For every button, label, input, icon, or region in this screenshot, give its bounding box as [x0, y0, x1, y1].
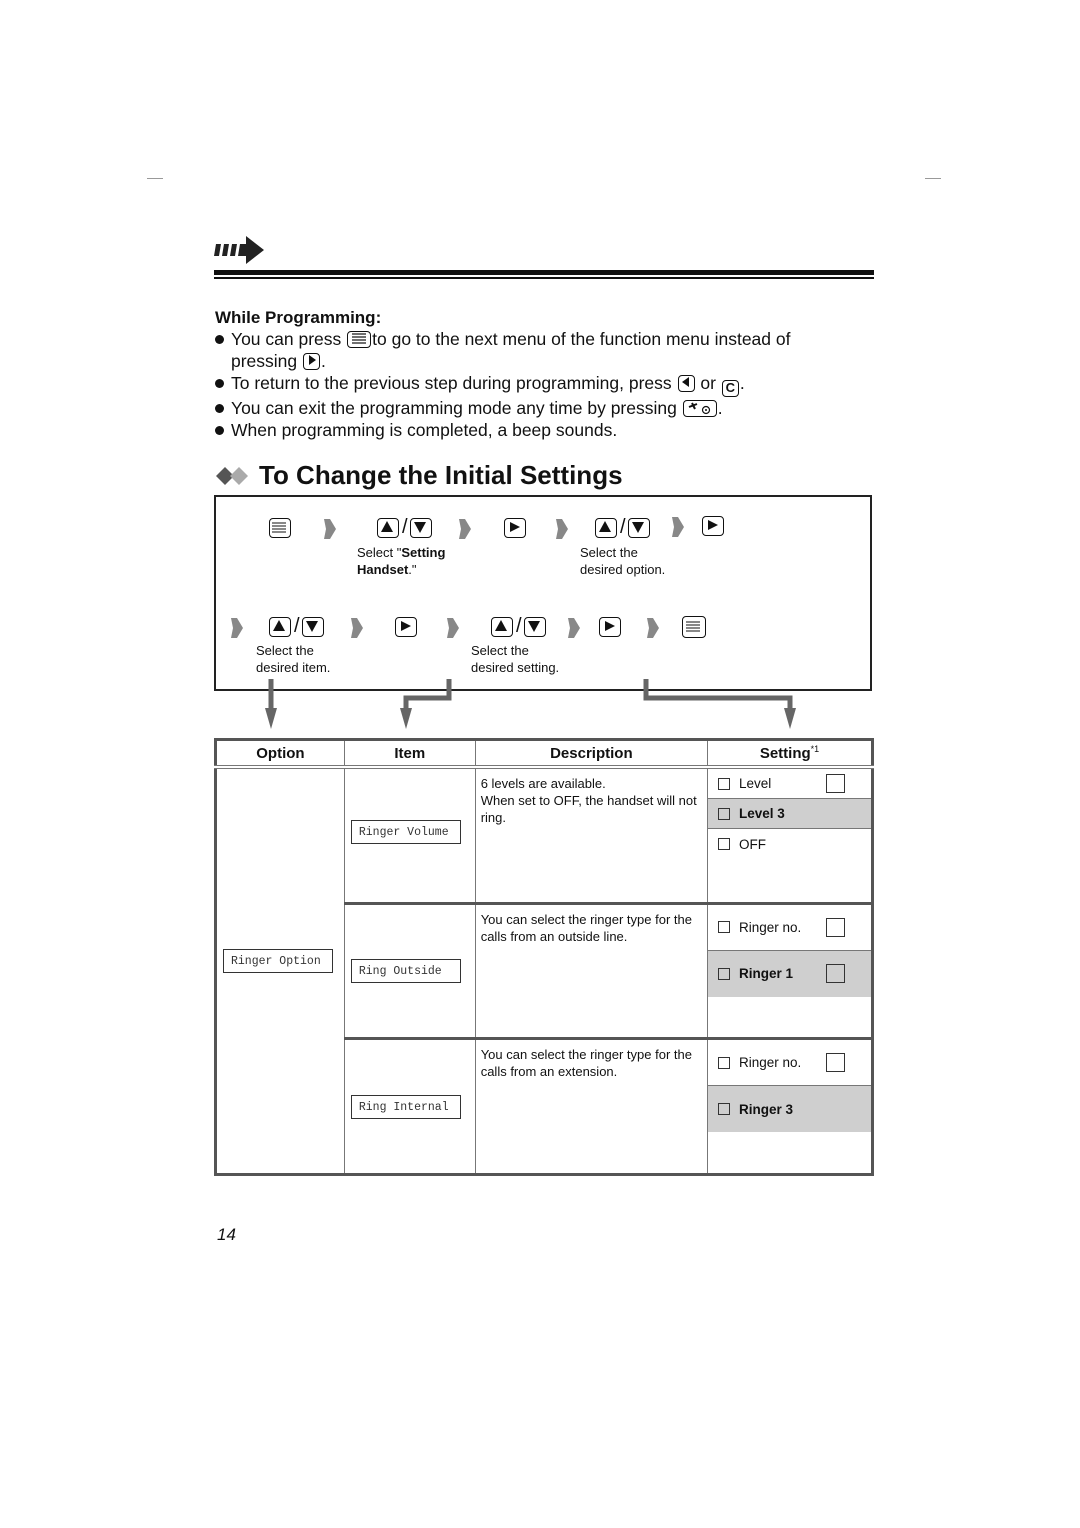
- arrowhead-icon: [784, 708, 796, 729]
- header-description: Description: [475, 739, 709, 769]
- footnote-marker: *1: [810, 744, 820, 754]
- setting-option[interactable]: Level: [708, 769, 871, 799]
- item-cell: Ring Internal: [344, 1037, 476, 1175]
- checkbox[interactable]: [718, 1103, 730, 1116]
- setting-option[interactable]: Ringer no.: [708, 905, 871, 951]
- arrowhead-icon: [265, 708, 277, 729]
- arrowhead-icon: [400, 708, 412, 729]
- table-header-row: Option Item Description Setting*1: [215, 739, 873, 769]
- description-line: 6 levels are available.: [480, 776, 606, 791]
- checkbox[interactable]: [718, 777, 730, 790]
- checkbox[interactable]: [718, 921, 730, 934]
- setting-cell: Level Level 3 OFF: [707, 767, 873, 904]
- header-item: Item: [344, 739, 476, 769]
- settings-table: Option Item Description Setting*1 Ringer…: [214, 738, 874, 1176]
- connector-setting: [643, 679, 793, 710]
- item-menu-display: Ring Outside: [350, 959, 461, 984]
- item-menu-display: Ring Internal: [350, 1094, 461, 1119]
- item-cell: Ring Outside: [344, 901, 476, 1039]
- setting-label: Level: [739, 776, 772, 791]
- setting-label: Ringer no.: [739, 919, 802, 935]
- description-cell: You can select the ringer type for the c…: [475, 1037, 709, 1175]
- setting-option-default[interactable]: Ringer 1: [708, 950, 871, 997]
- setting-option-default[interactable]: Ringer 3: [708, 1086, 871, 1133]
- description-text: You can select the ringer type for the c…: [480, 911, 692, 944]
- setting-cell: Ringer no. Ringer 1: [707, 901, 873, 1039]
- checkbox[interactable]: [718, 1056, 730, 1069]
- flow-connectors: [265, 679, 796, 729]
- setting-label: Ringer no.: [739, 1055, 802, 1071]
- page-number: 14: [217, 1225, 236, 1244]
- description-text: 6 levels are available. When set to OFF,…: [476, 769, 707, 832]
- header-setting: Setting*1: [707, 739, 873, 769]
- header-setting-text: Setting: [759, 745, 811, 762]
- connector-item: [403, 679, 452, 710]
- description-text: You can select the ringer type for the c…: [480, 1047, 692, 1080]
- option-cell: Ringer Option: [215, 767, 345, 1175]
- description-line: When set to OFF, the handset will not ri…: [480, 793, 697, 825]
- description-cell: You can select the ringer type for the c…: [475, 901, 709, 1039]
- setting-option[interactable]: OFF: [708, 829, 871, 859]
- option-menu-display: Ringer Option: [223, 949, 333, 973]
- setting-label: Ringer 3: [739, 1101, 794, 1117]
- setting-cell: Ringer no. Ringer 3: [707, 1037, 873, 1175]
- entry-box[interactable]: [826, 774, 845, 793]
- item-cell: Ringer Volume: [344, 767, 476, 904]
- description-cell: 6 levels are available. When set to OFF,…: [475, 767, 709, 904]
- entry-box[interactable]: [826, 964, 845, 984]
- header-option: Option: [215, 739, 345, 769]
- checkbox[interactable]: [718, 838, 730, 850]
- checkbox[interactable]: [718, 807, 730, 820]
- table-row: Ringer Option Ringer Volume 6 levels are…: [215, 767, 873, 1175]
- setting-label: Ringer 1: [739, 966, 794, 982]
- setting-label: Level 3: [739, 806, 785, 821]
- entry-box[interactable]: [826, 917, 845, 937]
- entry-box[interactable]: [826, 1053, 845, 1073]
- item-menu-display: Ringer Volume: [350, 820, 461, 845]
- setting-option[interactable]: Ringer no.: [708, 1040, 871, 1087]
- checkbox[interactable]: [718, 967, 730, 980]
- setting-option-default[interactable]: Level 3: [708, 799, 871, 829]
- setting-label: OFF: [739, 836, 766, 852]
